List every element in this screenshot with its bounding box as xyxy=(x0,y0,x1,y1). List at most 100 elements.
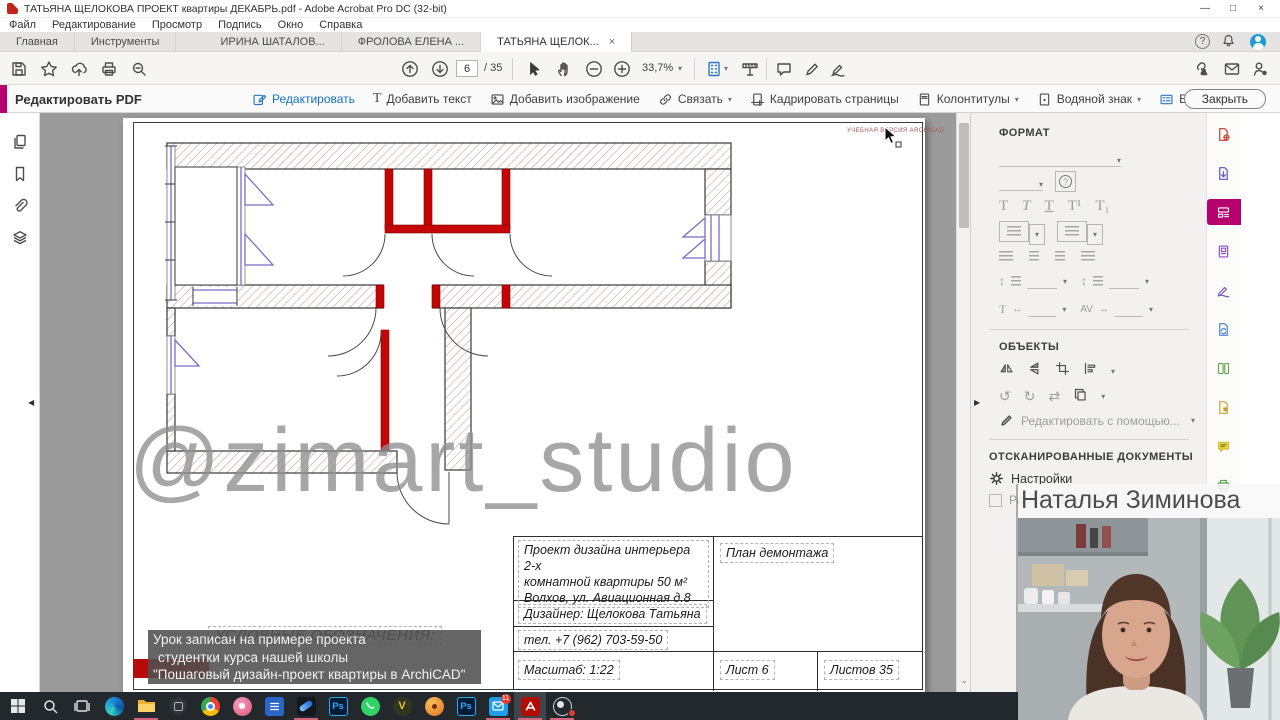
flip-horizontal-icon[interactable] xyxy=(999,361,1014,381)
photoshop-2-icon[interactable]: Ps xyxy=(450,692,482,720)
page-number-input[interactable]: 6 xyxy=(456,60,478,77)
tab-doc-frolova[interactable]: ФРОЛОВА ЕЛЕНА ... xyxy=(342,32,482,52)
app-pink-icon[interactable] xyxy=(226,692,258,720)
designer-name[interactable]: Дизайнер: Щелокова Татьяна xyxy=(518,604,707,624)
rotate-ccw-icon[interactable]: ↺ xyxy=(999,388,1011,405)
task-view-icon[interactable] xyxy=(66,692,98,720)
collapse-left-panel-icon[interactable]: ◀ xyxy=(28,398,34,407)
paragraph-spacing-dropdown[interactable] xyxy=(1109,273,1140,289)
crop-pages-button[interactable]: Кадрировать страницы xyxy=(750,92,899,107)
zoom-level-value[interactable]: 33,7% xyxy=(642,62,673,74)
link-button[interactable]: Связать ▾ xyxy=(658,92,732,107)
organize-pages-icon[interactable] xyxy=(1207,355,1241,381)
edit-tool-button[interactable]: Редактировать xyxy=(252,92,355,107)
tab-close-icon[interactable]: × xyxy=(609,36,615,48)
combine-files-icon[interactable] xyxy=(1207,238,1241,264)
screen-capture-icon[interactable] xyxy=(290,692,322,720)
edit-with-row[interactable]: Редактировать с помощью... ▾ xyxy=(999,413,1195,428)
align-justify-icon[interactable] xyxy=(1081,251,1095,262)
superscript-icon[interactable]: T¹ xyxy=(1068,198,1082,215)
obs-icon[interactable] xyxy=(546,692,578,720)
close-edit-button[interactable]: Закрыть xyxy=(1183,89,1266,109)
zoom-caret-icon[interactable]: ▾ xyxy=(678,64,682,73)
search-icon[interactable] xyxy=(127,58,151,80)
acrobat-taskbar-icon[interactable] xyxy=(514,692,546,720)
ruler-tool-icon[interactable] xyxy=(738,58,762,80)
menu-view[interactable]: Просмотр xyxy=(152,19,202,31)
app-blue-tiles-icon[interactable] xyxy=(258,692,290,720)
font-color-picker[interactable]: ? xyxy=(1055,171,1076,192)
export-pdf-icon[interactable] xyxy=(1207,160,1241,186)
taskbar-search-icon[interactable] xyxy=(34,692,66,720)
tab-doc-tatyana[interactable]: ТАТЬЯНА ЩЕЛОК... × xyxy=(481,32,633,52)
layers-icon[interactable] xyxy=(8,227,32,249)
align-left-icon[interactable] xyxy=(999,251,1013,262)
page-display-caret-icon[interactable]: ▾ xyxy=(724,64,728,73)
pen-tool-icon[interactable] xyxy=(800,58,824,80)
align-right-icon[interactable] xyxy=(1055,251,1065,262)
add-image-button[interactable]: Добавить изображение xyxy=(490,92,640,107)
previous-page-icon[interactable] xyxy=(398,58,422,80)
chrome-icon[interactable] xyxy=(194,692,226,720)
rotate-cw-icon[interactable]: ↻ xyxy=(1024,388,1036,405)
antivirus-shield-icon[interactable]: V xyxy=(386,692,418,720)
compress-pdf-icon[interactable] xyxy=(1207,394,1241,420)
star-icon[interactable] xyxy=(37,58,61,80)
close-button[interactable]: × xyxy=(1248,1,1274,16)
recognize-checkbox[interactable] xyxy=(989,493,1002,507)
email-icon[interactable] xyxy=(1220,58,1244,80)
edit-pdf-tool-active[interactable] xyxy=(1206,199,1241,225)
share-cloud-icon[interactable] xyxy=(67,58,91,80)
page-display-icon[interactable] xyxy=(702,58,726,80)
help-icon[interactable]: ? xyxy=(1195,34,1210,49)
char-width-dropdown[interactable] xyxy=(1028,301,1057,317)
tab-home[interactable]: Главная xyxy=(0,32,75,52)
hand-tool-icon[interactable] xyxy=(552,58,576,80)
whatsapp-icon[interactable] xyxy=(354,692,386,720)
pdf-page[interactable]: @zimart_studio УЧЕБНАЯ ВЕРСИЯ ARCHICAD П… xyxy=(123,118,944,692)
user-avatar[interactable] xyxy=(1250,34,1266,50)
maximize-button[interactable]: □ xyxy=(1220,1,1246,16)
vertical-scrollbar[interactable]: ⌄ xyxy=(956,113,970,692)
file-explorer-icon[interactable] xyxy=(130,692,162,720)
collapse-right-panel-icon[interactable]: ▶ xyxy=(974,398,980,407)
select-tool-icon[interactable] xyxy=(522,58,546,80)
start-button[interactable] xyxy=(2,692,34,720)
sheet-number[interactable]: Лист 6 xyxy=(720,660,775,680)
print-icon[interactable] xyxy=(97,58,121,80)
app-orange-icon[interactable] xyxy=(418,692,450,720)
zoom-in-icon[interactable] xyxy=(610,58,634,80)
header-footer-button[interactable]: Колонтитулы ▾ xyxy=(917,92,1019,107)
scale-value[interactable]: Масштаб: 1:22 xyxy=(518,660,620,680)
sheets-total[interactable]: Листов 35 xyxy=(824,660,899,680)
add-text-button[interactable]: T Добавить текст xyxy=(373,91,472,107)
minimize-button[interactable]: — xyxy=(1192,1,1218,16)
notifications-bell-icon[interactable] xyxy=(1221,33,1236,51)
convert-pdf-icon[interactable] xyxy=(1207,316,1241,342)
menu-window[interactable]: Окно xyxy=(278,19,304,31)
scroll-down-icon[interactable]: ⌄ xyxy=(961,676,968,685)
align-center-icon[interactable] xyxy=(1029,251,1039,262)
bookmarks-icon[interactable] xyxy=(8,163,32,185)
menu-help[interactable]: Справка xyxy=(319,19,362,31)
next-page-icon[interactable] xyxy=(428,58,452,80)
attachments-icon[interactable] xyxy=(8,195,32,217)
menu-edit[interactable]: Редактирование xyxy=(52,19,136,31)
project-line-1[interactable]: Проект дизайна интерьера 2-х xyxy=(524,542,703,574)
photoshop-icon[interactable]: Ps xyxy=(322,692,354,720)
font-family-dropdown[interactable]: ▾ xyxy=(999,151,1121,167)
tab-tools[interactable]: Инструменты xyxy=(75,32,177,52)
plan-name[interactable]: План демонтажа xyxy=(720,543,835,563)
sign-tool-icon[interactable] xyxy=(826,58,850,80)
kerning-dropdown[interactable] xyxy=(1114,301,1143,317)
document-area[interactable]: @zimart_studio УЧЕБНАЯ ВЕРСИЯ ARCHICAD П… xyxy=(40,113,996,692)
edge-icon[interactable] xyxy=(98,692,130,720)
menu-sign[interactable]: Подпись xyxy=(218,19,262,31)
comment-panel-icon[interactable] xyxy=(1207,433,1241,459)
comment-tool-icon[interactable] xyxy=(772,58,796,80)
archicad-icon[interactable] xyxy=(162,692,194,720)
share-link-icon[interactable] xyxy=(1188,58,1212,80)
send-person-icon[interactable] xyxy=(1248,58,1272,80)
numbered-list-dropdown[interactable]: ▾ xyxy=(1057,221,1103,245)
save-icon[interactable] xyxy=(7,58,31,80)
